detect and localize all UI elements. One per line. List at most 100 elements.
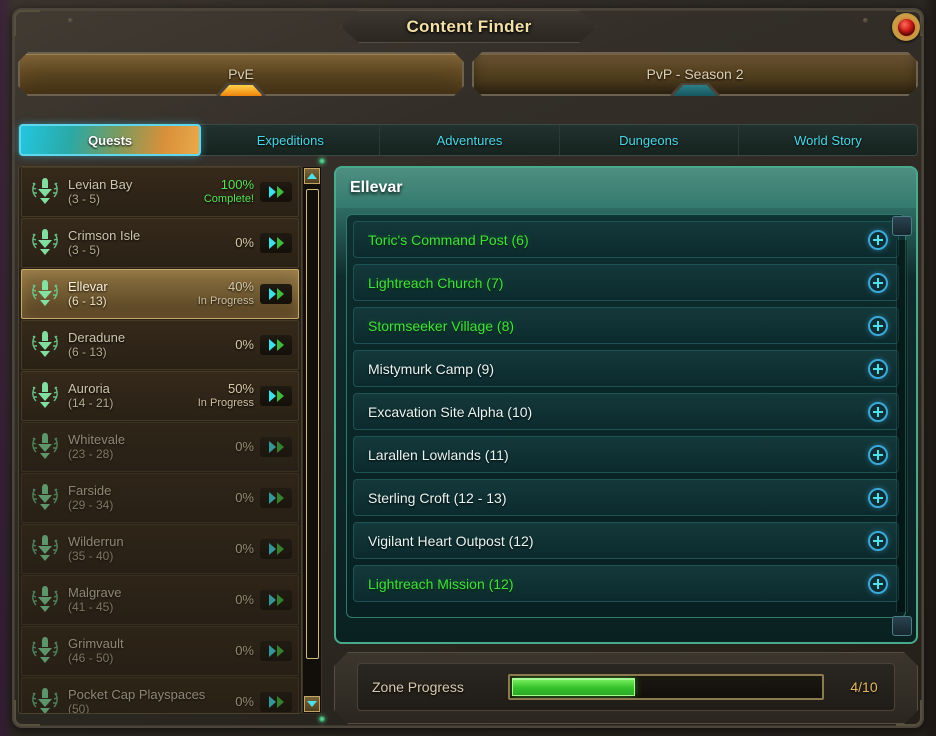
zone-emblem-icon <box>32 688 58 713</box>
quest-expand-plus-icon[interactable] <box>868 487 888 508</box>
zone-icon <box>22 477 68 519</box>
quest-name: Toric's Command Post (6) <box>368 231 529 248</box>
quest-list-item[interactable]: Vigilant Heart Outpost (12) <box>353 522 899 559</box>
zone-list-item[interactable]: Deradune (6 - 13) 0% <box>21 320 299 370</box>
tab-expeditions[interactable]: Expeditions <box>201 125 381 155</box>
zone-list-item[interactable]: Grimvault (46 - 50) 0% <box>21 626 299 676</box>
zone-percent: 100% <box>220 177 254 193</box>
quest-list-scrollbar[interactable] <box>892 216 912 636</box>
zone-enter-button[interactable] <box>260 437 292 457</box>
zone-level-range: (6 - 13) <box>68 344 107 359</box>
quest-name: Stormseeker Village (8) <box>368 317 515 334</box>
zone-list-item[interactable]: Ellevar (6 - 13) 40% In Progress <box>21 269 299 319</box>
zone-enter-button[interactable] <box>260 386 292 406</box>
mode-tab-pvp[interactable]: PvP - Season 2 <box>472 52 918 96</box>
zone-list-item[interactable]: Farside (29 - 34) 0% <box>21 473 299 523</box>
zone-percent: 50% <box>227 381 254 397</box>
zone-emblem-icon <box>32 637 58 663</box>
chevron-right-cyan-icon <box>268 186 276 198</box>
quest-expand-plus-icon[interactable] <box>868 573 888 594</box>
zone-enter-button[interactable] <box>260 488 292 508</box>
zone-info: Deradune (6 - 13) <box>68 330 235 360</box>
quest-name: Vigilant Heart Outpost (12) <box>368 532 534 549</box>
title-plate: Content Finder <box>341 10 597 43</box>
zone-enter-button[interactable] <box>260 641 292 661</box>
quest-scrollbar-track[interactable] <box>896 240 908 612</box>
quest-expand-plus-icon[interactable] <box>868 444 888 465</box>
quest-expand-plus-icon[interactable] <box>868 315 888 336</box>
chevron-right-green-icon <box>276 441 284 453</box>
quest-list-item[interactable]: Mistymurk Camp (9) <box>353 350 899 387</box>
zone-enter-button[interactable] <box>260 539 292 559</box>
quest-expand-plus-icon[interactable] <box>868 530 888 551</box>
scroll-up-button[interactable] <box>304 168 320 184</box>
close-button[interactable] <box>892 13 920 41</box>
zone-percent: 0% <box>235 336 254 352</box>
zone-name: Levian Bay <box>68 176 133 192</box>
close-gem-icon <box>897 18 915 36</box>
quest-expand-plus-icon[interactable] <box>868 358 888 379</box>
quest-list-item[interactable]: Larallen Lowlands (11) <box>353 436 899 473</box>
zone-level-range: (23 - 28) <box>68 446 114 461</box>
quest-scroll-down-button[interactable] <box>892 616 912 636</box>
zone-list-item[interactable]: Malgrave (41 - 45) 0% <box>21 575 299 625</box>
zone-list-item[interactable]: Auroria (14 - 21) 50% In Progress <box>21 371 299 421</box>
zone-icon <box>22 579 68 621</box>
zone-enter-button[interactable] <box>260 284 292 304</box>
zone-enter-button[interactable] <box>260 233 292 253</box>
game-window: Content Finder PvE PvP - Season 2 Quests… <box>0 0 936 736</box>
scrollbar-thumb[interactable] <box>306 189 319 659</box>
zone-list-item[interactable]: Wilderrun (35 - 40) 0% <box>21 524 299 574</box>
quest-scrollbar-thumb[interactable] <box>892 216 912 236</box>
zone-emblem-icon <box>32 586 58 612</box>
quest-list-item[interactable]: Stormseeker Village (8) <box>353 307 899 344</box>
tab-adventures[interactable]: Adventures <box>380 125 560 155</box>
zone-name: Ellevar <box>68 278 108 294</box>
quest-expand-plus-icon[interactable] <box>868 229 888 250</box>
zone-list[interactable]: Levian Bay (3 - 5) 100% Complete! Crimson Is… <box>18 166 302 714</box>
zone-percent: 0% <box>235 642 254 658</box>
zone-status: Complete! <box>203 193 254 206</box>
quest-list-item[interactable]: Lightreach Mission (12) <box>353 565 899 602</box>
quest-list[interactable]: Toric's Command Post (6) Lightreach Churc… <box>346 214 906 618</box>
chevron-right-cyan-icon <box>268 288 276 300</box>
scrollbar-nub-top-icon <box>319 158 325 164</box>
quest-list-item[interactable]: Sterling Croft (12 - 13) <box>353 479 899 516</box>
quest-list-item[interactable]: Excavation Site Alpha (10) <box>353 393 899 430</box>
mode-tab-bar: PvE PvP - Season 2 <box>18 52 918 106</box>
quest-expand-plus-icon[interactable] <box>868 272 888 293</box>
chevron-right-green-icon <box>276 543 284 555</box>
zone-progress: 50% In Progress <box>198 381 260 410</box>
zone-list-item[interactable]: Crimson Isle (3 - 5) 0% <box>21 218 299 268</box>
zone-percent: 0% <box>235 591 254 607</box>
zone-list-scrollbar[interactable] <box>302 166 322 714</box>
tab-adventures-label: Adventures <box>436 132 503 148</box>
zone-enter-button[interactable] <box>260 182 292 202</box>
zone-enter-button[interactable] <box>260 692 292 712</box>
zone-progress: 0% <box>235 336 260 353</box>
zone-name: Auroria <box>68 380 110 396</box>
frame-rivet <box>68 18 73 23</box>
quest-expand-plus-icon[interactable] <box>868 401 888 422</box>
zone-icon <box>22 273 68 315</box>
tab-quests[interactable]: Quests <box>19 124 202 156</box>
scroll-down-button[interactable] <box>304 696 320 712</box>
quest-list-item[interactable]: Toric's Command Post (6) <box>353 221 899 258</box>
zone-list-item[interactable]: Whitevale (23 - 28) 0% <box>21 422 299 472</box>
zone-enter-button[interactable] <box>260 590 292 610</box>
zone-percent: 0% <box>235 540 254 556</box>
tab-world-story[interactable]: World Story <box>739 125 917 155</box>
category-tab-bar: Quests Expeditions Adventures Dungeons W… <box>18 124 918 156</box>
quest-list-item[interactable]: Lightreach Church (7) <box>353 264 899 301</box>
zone-list-item[interactable]: Levian Bay (3 - 5) 100% Complete! <box>21 167 299 217</box>
zone-percent: 40% <box>227 279 254 295</box>
zone-info: Whitevale (23 - 28) <box>68 432 235 462</box>
tab-dungeons[interactable]: Dungeons <box>560 125 739 155</box>
chevron-right-green-icon <box>276 339 284 351</box>
mode-tab-pve[interactable]: PvE <box>18 52 464 96</box>
zone-info: Malgrave (41 - 45) <box>68 585 235 615</box>
zone-enter-button[interactable] <box>260 335 292 355</box>
chevron-right-cyan-icon <box>268 441 276 453</box>
chevron-right-cyan-icon <box>268 492 276 504</box>
zone-list-item[interactable]: Pocket Cap Playspaces (50) 0% <box>21 677 299 713</box>
